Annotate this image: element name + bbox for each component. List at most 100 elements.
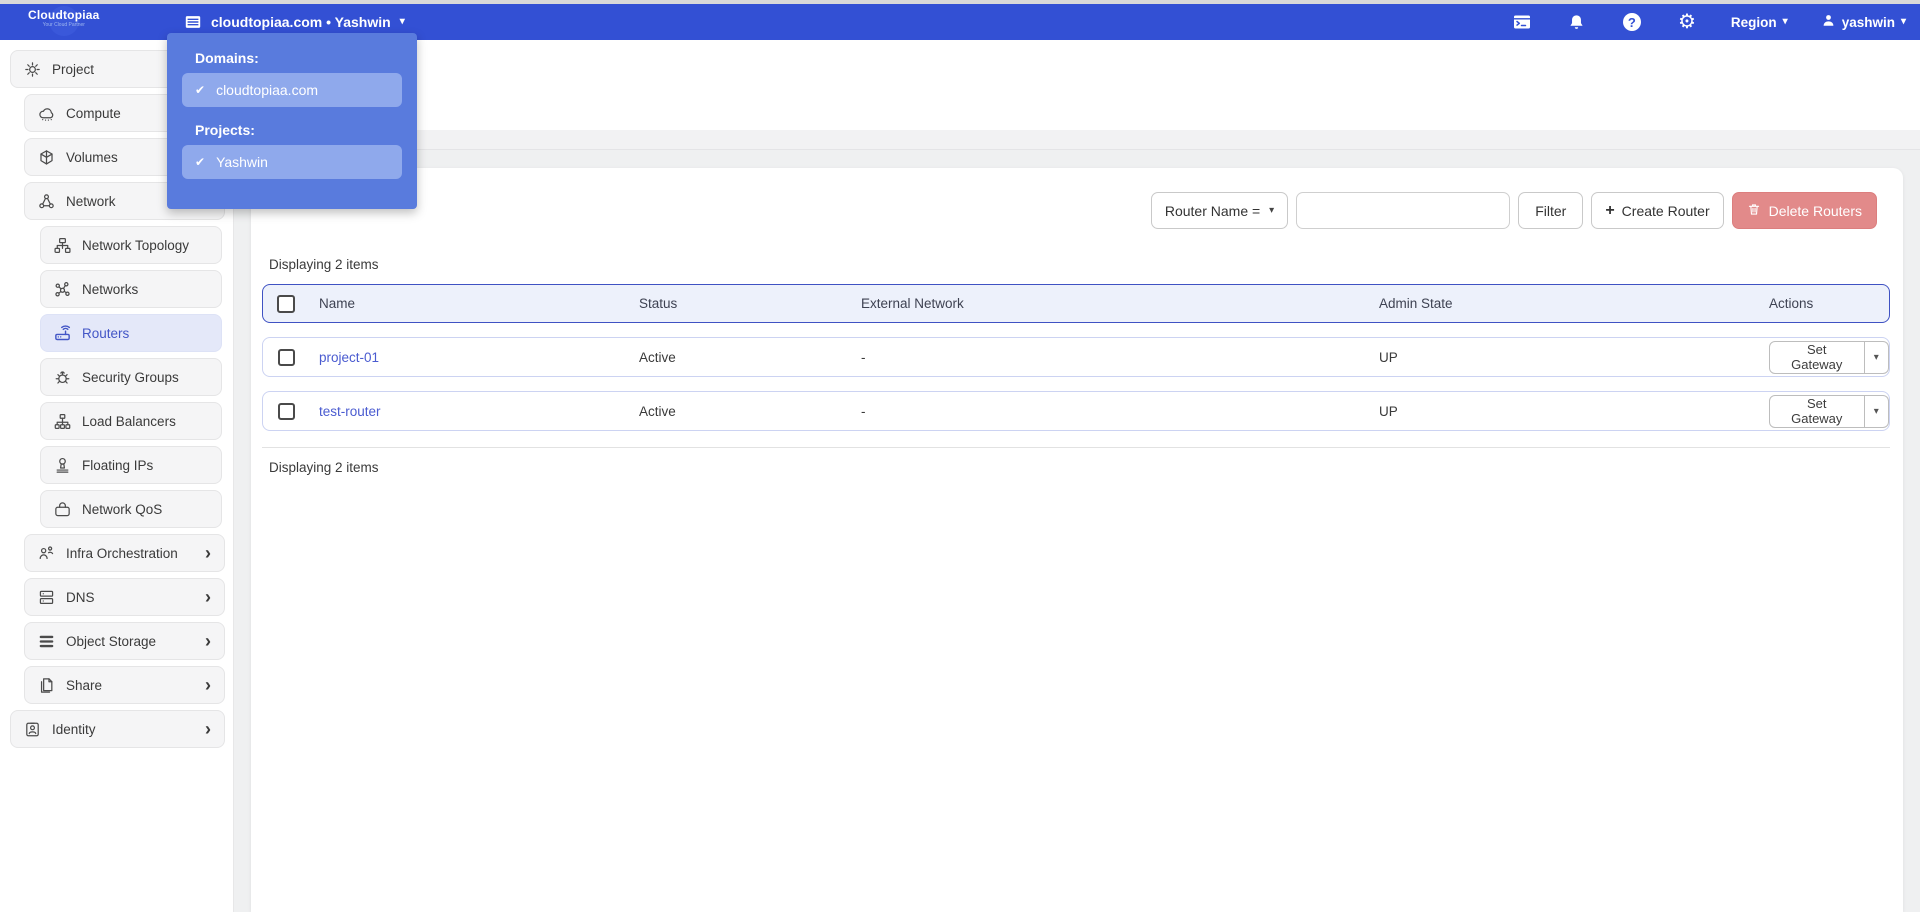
user-icon [1821, 13, 1836, 31]
table-header: Name Status External Network Admin State… [262, 284, 1890, 323]
cell-status: Active [639, 349, 676, 365]
list-panel-icon [184, 13, 202, 31]
column-header-actions: Actions [1769, 296, 1814, 311]
page-title: Routers [259, 62, 1920, 82]
router-name-link[interactable]: project-01 [319, 350, 379, 365]
column-header-status[interactable]: Status [629, 296, 851, 311]
sidebar-item-label: Network Topology [82, 237, 190, 253]
sidebar-item-infra-orchestration[interactable]: Infra Orchestration › [24, 534, 225, 572]
sidebar-item-label: DNS [66, 589, 95, 605]
dropdown-item-project[interactable]: ✔ Yashwin [182, 145, 402, 179]
help-icon[interactable]: ? [1621, 11, 1643, 33]
sidebar-item-floating-ips[interactable]: Floating IPs [40, 446, 222, 484]
sidebar-item-share[interactable]: Share › [24, 666, 225, 704]
sidebar-item-label: Networks [82, 281, 139, 297]
projects-section-label: Projects: [195, 122, 255, 138]
app-logo-name: Cloudtopiaa [28, 8, 100, 22]
row-actions-menu-toggle[interactable]: ▾ [1864, 394, 1889, 428]
filter-button[interactable]: Filter [1518, 192, 1584, 229]
network-icon [35, 192, 57, 211]
cell-admin-state: UP [1379, 403, 1398, 419]
domain-option-label: cloudtopiaa.com [216, 82, 319, 98]
delete-routers-button[interactable]: Delete Routers [1731, 192, 1877, 229]
caret-down-icon: ▾ [399, 16, 405, 27]
user-name-label: yashwin [1841, 14, 1895, 30]
select-all-checkbox[interactable] [277, 294, 295, 313]
sidebar-item-load-balancers[interactable]: Load Balancers [40, 402, 222, 440]
row-actions-menu-toggle[interactable]: ▾ [1864, 340, 1889, 374]
users-icon [35, 544, 57, 563]
topology-icon [51, 236, 73, 255]
set-gateway-button[interactable]: Set Gateway [1769, 394, 1865, 428]
context-switcher-dropdown: Domains: ✔ cloudtopiaa.com Projects: ✔ Y… [167, 33, 417, 209]
briefcase-icon [51, 500, 73, 519]
chevron-right-icon: › [205, 631, 211, 651]
router-name-link[interactable]: test-router [319, 404, 381, 419]
terminal-icon[interactable] [1511, 11, 1533, 33]
bell-icon[interactable] [1566, 11, 1588, 33]
table-row: project-01 Active - UP Set Gateway ▾ [262, 337, 1890, 377]
row-select-cell [263, 348, 309, 366]
table-toolbar: Router Name = ▾ Filter + Create Router D… [251, 168, 1903, 229]
sidebar-item-label: Floating IPs [82, 457, 154, 473]
header-divider-band [234, 130, 1920, 149]
trash-icon [1747, 202, 1761, 220]
routers-panel: Router Name = ▾ Filter + Create Router D… [251, 168, 1903, 912]
project-option-label: Yashwin [216, 154, 268, 170]
table-footer-divider [262, 447, 1890, 448]
list-icon [35, 632, 57, 651]
dropdown-item-domain[interactable]: ✔ cloudtopiaa.com [182, 73, 402, 107]
sidebar-item-label: Object Storage [66, 633, 157, 649]
sidebar-item-routers[interactable]: Routers [40, 314, 222, 352]
sidebar-item-label: Infra Orchestration [66, 545, 178, 561]
sitemap-icon [51, 412, 73, 431]
column-header-name[interactable]: Name [309, 296, 629, 311]
help-question-glyph: ? [1622, 13, 1641, 31]
sidebar-item-network-topology[interactable]: Network Topology [40, 226, 222, 264]
caret-down-icon: ▾ [1269, 204, 1275, 216]
app-logo[interactable]: Cloudtopiaa Your Cloud Partner [28, 9, 100, 28]
cell-external-network: - [861, 349, 866, 365]
router-icon [51, 324, 73, 343]
cell-actions: Set Gateway ▾ [1759, 340, 1889, 374]
settings-gear-icon[interactable]: ⚙ [1676, 11, 1698, 33]
row-checkbox[interactable] [277, 402, 295, 420]
column-header-admin-state[interactable]: Admin State [1369, 296, 1759, 311]
nodes-icon [51, 280, 73, 299]
main-area: Routers Router Name = ▾ Filter + Cre [234, 40, 1920, 912]
sidebar-item-label: Network QoS [82, 501, 163, 517]
cell-status: Active [639, 403, 676, 419]
sidebar-item-security-groups[interactable]: Security Groups [40, 358, 222, 396]
bug-shield-icon [51, 368, 73, 387]
region-dropdown[interactable]: Region ▾ [1731, 15, 1788, 30]
sidebar-item-dns[interactable]: DNS › [24, 578, 225, 616]
sidebar-item-label: Load Balancers [82, 413, 176, 429]
set-gateway-button[interactable]: Set Gateway [1769, 340, 1865, 374]
filter-search-input[interactable] [1296, 192, 1511, 229]
ip-stamp-icon [51, 456, 73, 475]
user-menu[interactable]: yashwin ▾ [1821, 13, 1906, 31]
sidebar-item-object-storage[interactable]: Object Storage › [24, 622, 225, 660]
header-divider-band-lower [234, 149, 1920, 168]
domains-section-label: Domains: [195, 50, 259, 66]
sidebar-item-network-qos[interactable]: Network QoS [40, 490, 222, 528]
filter-field-selector[interactable]: Router Name = ▾ [1150, 192, 1289, 229]
sidebar-item-identity[interactable]: Identity › [10, 710, 225, 748]
app-logo-tagline: Your Cloud Partner [42, 22, 85, 28]
cell-name: test-router [309, 404, 629, 419]
row-checkbox[interactable] [277, 348, 295, 366]
column-header-external-network[interactable]: External Network [851, 296, 1369, 311]
sidebar-item-label: Share [66, 677, 103, 693]
chevron-right-icon: › [205, 543, 211, 563]
sidebar-item-networks[interactable]: Networks [40, 270, 222, 308]
sidebar-item-label: Identity [52, 721, 96, 737]
select-all-cell [263, 294, 309, 313]
create-router-button[interactable]: + Create Router [1591, 192, 1724, 229]
filter-button-label: Filter [1535, 202, 1567, 219]
router-table-body: project-01 Active - UP Set Gateway ▾ test-rout… [251, 337, 1903, 431]
domain-project-label: cloudtopiaa.com • Yashwin [211, 14, 391, 30]
id-card-icon [21, 720, 43, 739]
sidebar-item-label: Security Groups [82, 369, 179, 385]
filter-field-label: Router Name = [1164, 202, 1261, 219]
page-header: Routers [234, 40, 1920, 130]
